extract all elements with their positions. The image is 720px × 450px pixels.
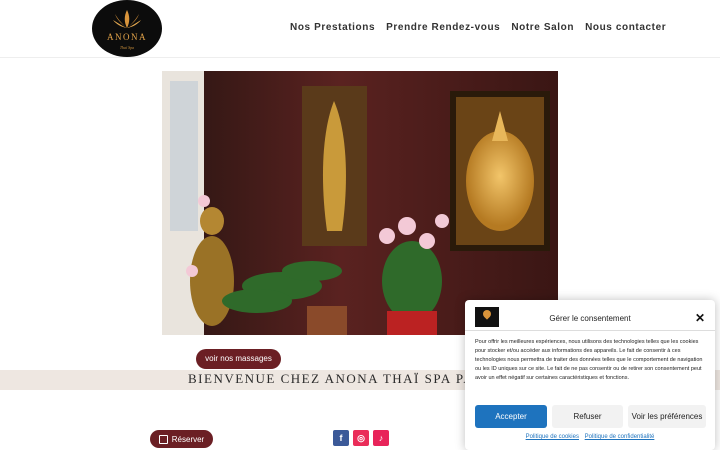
refuse-button[interactable]: Refuser bbox=[552, 405, 623, 428]
instagram-icon[interactable]: ◎ bbox=[353, 430, 369, 446]
accept-button[interactable]: Accepter bbox=[475, 405, 547, 428]
welcome-heading: BIENVENUE CHEZ ANONA THAÏ SPA PAR bbox=[188, 371, 485, 386]
tiktok-icon[interactable]: ♪ bbox=[373, 430, 389, 446]
nav-prestations[interactable]: Nos Prestations bbox=[290, 22, 375, 33]
logo-tagline: Thaï Spa bbox=[119, 45, 135, 50]
logo[interactable]: ANONA Thaï Spa bbox=[92, 0, 162, 57]
privacy-policy-link[interactable]: Politique de confidentialité bbox=[585, 434, 655, 440]
logo-name: ANONA bbox=[107, 32, 147, 42]
nav-contact[interactable]: Nous contacter bbox=[585, 22, 666, 33]
reserve-button[interactable]: Réserver bbox=[150, 430, 213, 448]
close-icon[interactable]: ✕ bbox=[695, 311, 705, 325]
main-nav: Nos Prestations Prendre Rendez-vous Notr… bbox=[290, 22, 677, 33]
divider bbox=[465, 330, 715, 331]
cookie-policy-link[interactable]: Politique de cookies bbox=[526, 434, 579, 440]
massages-button[interactable]: voir nos massages bbox=[196, 349, 281, 369]
nav-salon[interactable]: Notre Salon bbox=[511, 22, 574, 33]
hero-photo bbox=[162, 71, 558, 335]
reserve-label: Réserver bbox=[171, 434, 205, 444]
site-header: ANONA Thaï Spa Nos Prestations Prendre R… bbox=[0, 0, 720, 58]
cookie-consent-panel: Gérer le consentement ✕ Pour offrir les … bbox=[465, 300, 715, 450]
facebook-icon[interactable]: f bbox=[333, 430, 349, 446]
consent-title: Gérer le consentement bbox=[549, 314, 631, 323]
nav-rendez-vous[interactable]: Prendre Rendez-vous bbox=[386, 22, 500, 33]
preferences-button[interactable]: Voir les préférences bbox=[628, 405, 706, 428]
consent-text: Pour offrir les meilleures expériences, … bbox=[475, 339, 703, 381]
social-links: f ◎ ♪ bbox=[333, 430, 393, 446]
calendar-icon bbox=[158, 434, 168, 444]
policy-links: Politique de cookies Politique de confid… bbox=[465, 434, 715, 440]
